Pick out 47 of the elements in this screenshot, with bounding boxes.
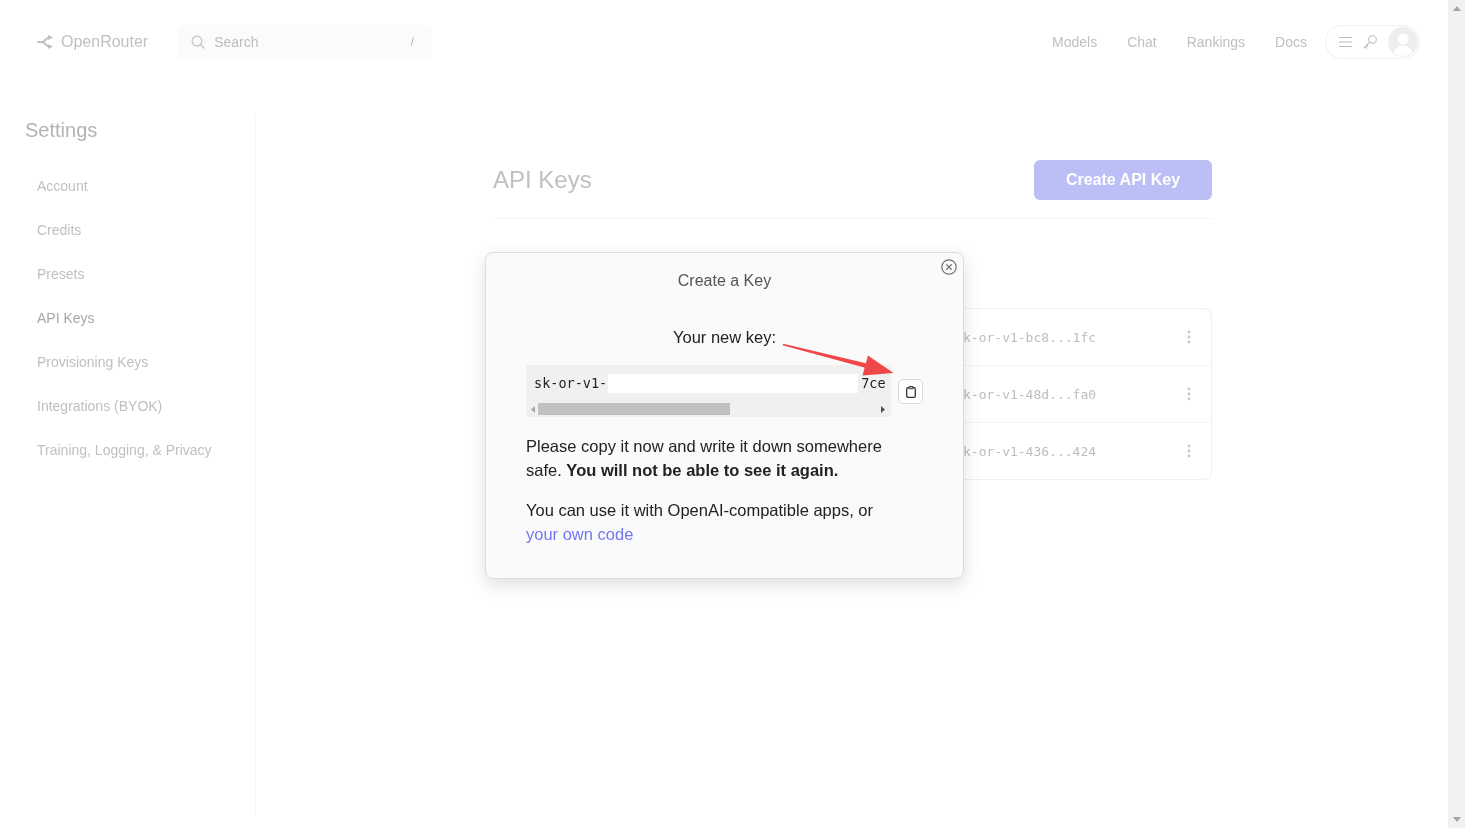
search-input[interactable]: Search [214,32,402,52]
sidebar-item[interactable]: Credits [25,208,82,252]
page-scrollbar[interactable] [1448,0,1465,828]
clipboard-icon [905,385,916,398]
close-button[interactable] [941,259,957,275]
shortcut-hint: / [410,35,415,49]
key-suffix-text: 7ce [861,375,886,391]
sidebar-item[interactable]: Account [25,164,88,208]
search-bar[interactable]: Search / [178,25,433,59]
copy-button[interactable] [898,379,923,404]
caret-right-icon[interactable] [881,405,885,413]
caret-up-icon[interactable] [1452,6,1461,11]
key-prefix-text: sk-or-v1- [534,375,608,391]
key-label: Your new key: [671,327,777,348]
sidebar-title: Settings [25,118,99,142]
page-title: API Keys [493,165,592,195]
key-text: k-or-v1-48d...fa0 [963,386,1097,402]
brand-name[interactable]: OpenRouter [61,32,149,52]
kebab-menu-icon[interactable] [1187,444,1191,458]
nav-link[interactable]: Rankings [1186,32,1246,52]
nav-link[interactable]: Models [1052,32,1098,52]
caret-down-icon[interactable] [1452,817,1461,822]
nav-link[interactable]: Chat [1127,32,1157,52]
sidebar-item[interactable]: Provisioning Keys [25,340,149,384]
close-icon [941,259,957,275]
nav-link[interactable]: Docs [1275,32,1307,52]
caret-left-icon[interactable] [531,405,535,413]
search-icon [191,35,206,49]
sidebar-item[interactable]: Presets [25,252,85,296]
key-text: k-or-v1-bc8...1fc [963,329,1097,345]
create-key-button[interactable]: Create API Key [1034,160,1212,200]
code-link[interactable]: your own code [526,525,634,543]
user-menu-button[interactable] [1325,25,1420,59]
kebab-menu-icon[interactable] [1187,387,1191,401]
warning-text: Please copy it now and write it down somewhere safe. You will not be able to see it again. [526,436,883,481]
key-field[interactable]: sk-or-v1- 7ce [526,365,891,417]
sidebar-item[interactable]: Training, Logging, & Privacy [25,428,212,472]
sidebar-item[interactable]: Integrations (BYOK) [25,384,163,428]
dialog-title: Create a Key [676,271,773,291]
scrollbar-thumb[interactable] [538,403,730,415]
logo-icon[interactable] [37,35,53,49]
kebab-menu-icon[interactable] [1187,330,1191,344]
menu-icon [1339,37,1352,47]
sidebar-item[interactable]: API Keys [25,296,95,340]
key-text: k-or-v1-436...424 [963,443,1097,459]
key-icon [1363,35,1377,49]
usage-text: You can use it with OpenAI-compatible apps, or your own code [526,500,874,545]
